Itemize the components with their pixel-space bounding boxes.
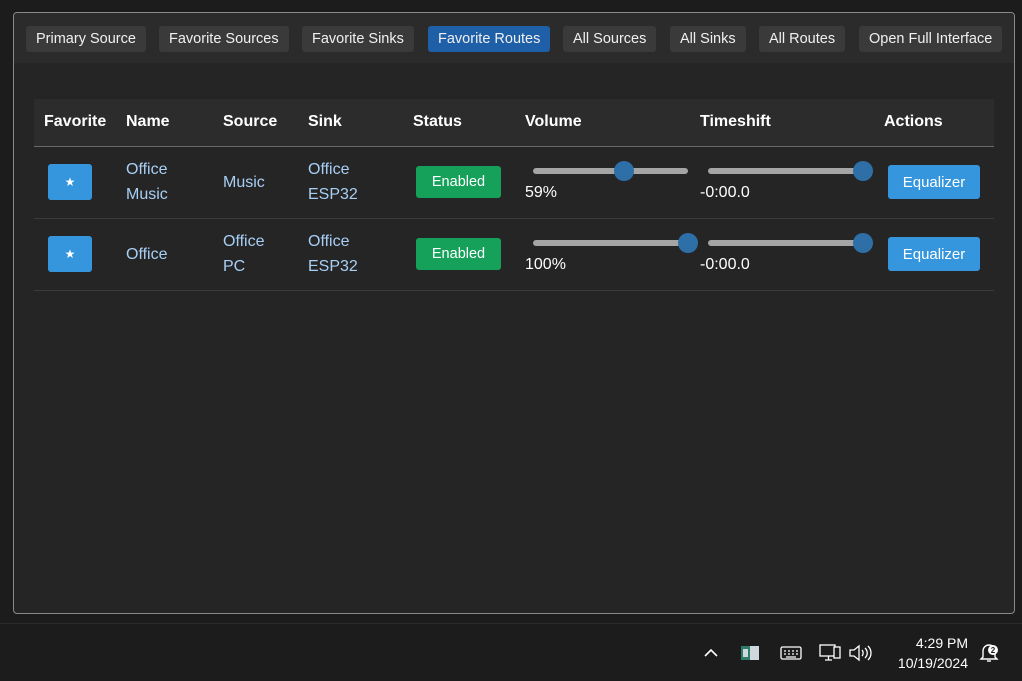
- tab-all-sources[interactable]: All Sources: [563, 26, 657, 52]
- tab-favorite-sources[interactable]: Favorite Sources: [159, 26, 289, 52]
- app-window: Primary Source Favorite Sources Favorite…: [13, 12, 1015, 614]
- tab-all-sinks[interactable]: All Sinks: [670, 26, 746, 52]
- route-name[interactable]: Office: [116, 218, 213, 290]
- slider-track: [533, 240, 688, 246]
- volume-slider[interactable]: [533, 160, 688, 182]
- tab-open-full-interface[interactable]: Open Full Interface: [859, 26, 1003, 52]
- route-sink-line: Office: [308, 233, 350, 250]
- volume-slider[interactable]: [533, 232, 698, 254]
- clock-date: 10/19/2024: [897, 655, 968, 671]
- route-sink-line: ESP32: [308, 258, 358, 275]
- column-header: Sink: [308, 113, 342, 131]
- app-tray-icon[interactable]: [738, 642, 762, 664]
- route-name[interactable]: Office Music: [116, 146, 213, 218]
- slider-track: [708, 168, 863, 174]
- slider-thumb[interactable]: [853, 161, 873, 181]
- column-header: Timeshift: [700, 113, 771, 131]
- volume-value: 59%: [525, 184, 558, 201]
- tab-bar: Primary Source Favorite Sources Favorite…: [14, 13, 1014, 63]
- route-name-line: Office: [126, 245, 168, 263]
- network-icon[interactable]: [818, 642, 842, 664]
- notification-icon[interactable]: 2: [977, 642, 1001, 664]
- favorite-star-button[interactable]: ★: [48, 236, 92, 272]
- table-row: ★ Office Office PC Office ESP32 Enabled: [34, 218, 994, 290]
- notification-count: 2: [991, 646, 996, 655]
- timeshift-slider[interactable]: [708, 160, 873, 182]
- status-enabled-button[interactable]: Enabled: [416, 166, 501, 198]
- route-source-line: Office: [223, 233, 265, 250]
- table-row: ★ Office Music Music Office ESP32 Enable…: [34, 146, 994, 218]
- timeshift-value: -0:00.0: [700, 184, 750, 201]
- route-source[interactable]: Music: [213, 146, 298, 218]
- table-header-row: Favorite Name Source Sink Status Volume …: [34, 99, 994, 146]
- slider-track: [533, 168, 688, 174]
- clock[interactable]: 4:29 PM 10/19/2024: [898, 633, 968, 673]
- route-sink-line: Office: [308, 161, 350, 178]
- volume-icon[interactable]: [848, 642, 872, 664]
- column-header: Volume: [525, 113, 582, 131]
- volume-value: 100%: [525, 256, 566, 273]
- route-name-line: Music: [126, 186, 168, 203]
- route-source-line: Music: [223, 173, 265, 191]
- timeshift-value: -0:00.0: [700, 256, 750, 273]
- equalizer-button[interactable]: Equalizer: [888, 237, 980, 271]
- tab-all-routes[interactable]: All Routes: [759, 26, 846, 52]
- routes-table: Favorite Name Source Sink Status Volume …: [34, 99, 994, 291]
- tab-favorite-routes[interactable]: Favorite Routes: [428, 26, 551, 52]
- slider-thumb[interactable]: [853, 233, 873, 253]
- status-enabled-button[interactable]: Enabled: [416, 238, 501, 270]
- chevron-up-icon[interactable]: [699, 642, 723, 664]
- slider-thumb[interactable]: [614, 161, 635, 181]
- route-sink-line: ESP32: [308, 186, 358, 203]
- clock-time: 4:29 PM: [915, 635, 968, 651]
- route-source[interactable]: Office PC: [213, 218, 298, 290]
- favorite-star-button[interactable]: ★: [48, 164, 92, 200]
- column-header: Status: [413, 113, 462, 131]
- route-source-line: PC: [223, 258, 246, 275]
- keyboard-icon[interactable]: [779, 642, 803, 664]
- equalizer-button[interactable]: Equalizer: [888, 165, 980, 199]
- tab-favorite-sinks[interactable]: Favorite Sinks: [302, 26, 414, 52]
- column-header: Actions: [884, 113, 943, 131]
- route-sink[interactable]: Office ESP32: [298, 218, 403, 290]
- timeshift-slider[interactable]: [708, 232, 873, 254]
- route-name-line: Office: [126, 161, 168, 178]
- tab-primary-source[interactable]: Primary Source: [26, 26, 146, 52]
- taskbar: 4:29 PM 10/19/2024 2: [0, 623, 1022, 681]
- column-header: Favorite: [44, 113, 107, 131]
- column-header: Source: [223, 113, 278, 131]
- route-sink[interactable]: Office ESP32: [298, 146, 403, 218]
- column-header: Name: [126, 113, 170, 131]
- slider-track: [708, 240, 863, 246]
